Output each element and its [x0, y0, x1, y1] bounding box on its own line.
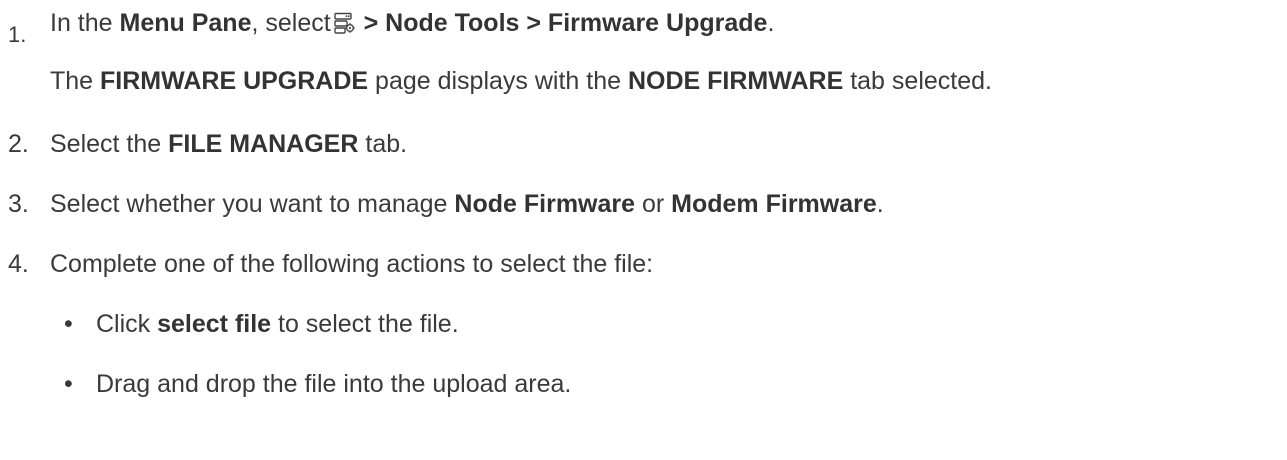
- select-file-label: select file: [157, 310, 272, 338]
- step-3-text: Select whether you want to manage Node F…: [50, 190, 884, 218]
- node-tools-path: > Node Tools > Firmware Upgrade: [356, 9, 768, 37]
- bullet-item-select-file: Click select file to select the file.: [96, 310, 459, 338]
- node-firmware-label: Node Firmware: [454, 190, 636, 218]
- instruction-document: 1. In the Menu Pane, select > Node Tools…: [0, 0, 1287, 460]
- firmware-upgrade-label: FIRMWARE UPGRADE: [100, 67, 369, 95]
- step-1-text: In the Menu Pane, select > Node Tools > …: [50, 9, 775, 37]
- modem-firmware-label: Modem Firmware: [671, 190, 877, 218]
- step-1-result: The FIRMWARE UPGRADE page displays with …: [50, 67, 992, 95]
- step-4-text: Complete one of the following actions to…: [50, 250, 654, 278]
- file-manager-label: FILE MANAGER: [168, 130, 359, 158]
- step-number-4: 4.: [8, 250, 29, 278]
- menu-pane-label: Menu Pane: [119, 9, 252, 37]
- step-number-2: 2.: [8, 130, 29, 158]
- step-number-3: 3.: [8, 190, 29, 218]
- bullet-marker: •: [64, 370, 73, 398]
- step-number-1: 1.: [8, 22, 27, 47]
- node-tools-menu-icon: [333, 11, 355, 34]
- step-2-text: Select the FILE MANAGER tab.: [50, 130, 408, 158]
- node-firmware-tab-label: NODE FIRMWARE: [627, 67, 844, 95]
- bullet-marker: •: [64, 310, 73, 338]
- bullet-item-drag-drop: Drag and drop the file into the upload a…: [96, 370, 572, 398]
